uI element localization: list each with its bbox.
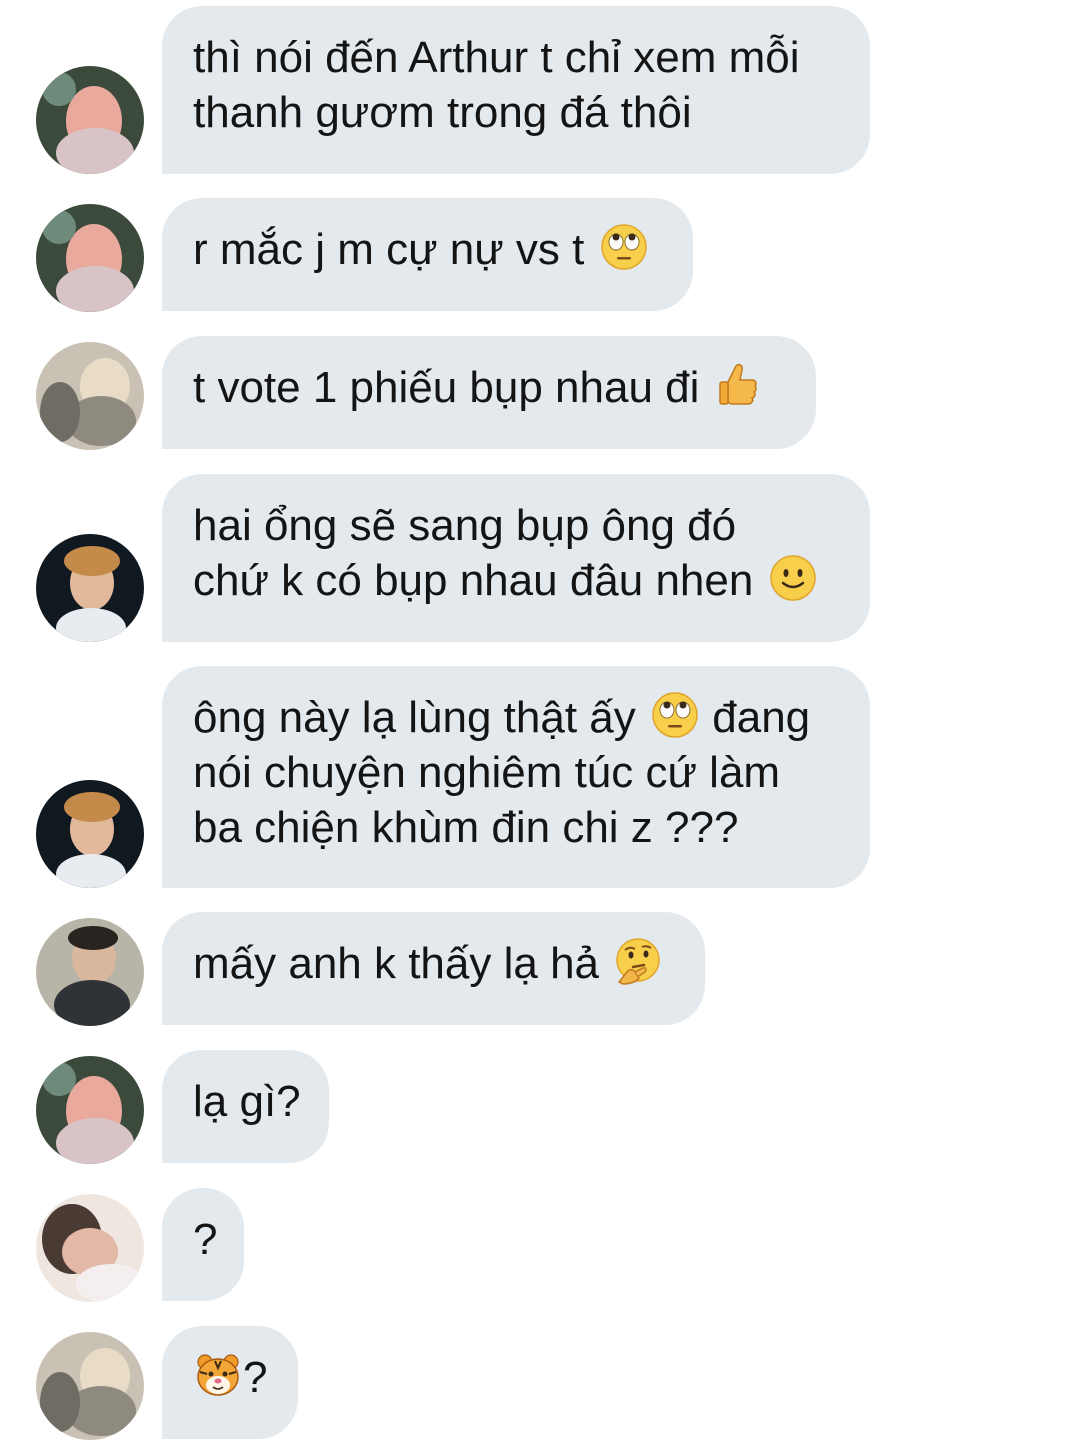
message-line: mấy anh k thấy lạ hả: [193, 936, 675, 991]
message-text: r mắc j m cự nự vs t: [193, 225, 585, 274]
message-text: chứ k có bụp nhau đâu nhen: [193, 556, 754, 605]
message-text: ông này lạ lùng thật ấy: [193, 693, 636, 742]
thinking-face-icon: [613, 936, 663, 986]
message-text: đang: [712, 693, 811, 742]
slightly-smiling-face-icon: [768, 553, 818, 603]
message-text: t vote 1 phiếu bụp nhau đi: [193, 363, 700, 412]
avatar[interactable]: [36, 780, 144, 888]
avatar[interactable]: [36, 1056, 144, 1164]
message-text: thanh gươm trong đá thôi: [193, 88, 692, 137]
message-text: ba chiện khùm đin chi z ???: [193, 803, 739, 852]
message-text: nói chuyện nghiêm túc cứ làm: [193, 748, 781, 797]
message-bubble[interactable]: hai ổng sẽ sang bụp ông đó chứ k có bụp …: [162, 474, 870, 642]
avatar[interactable]: [36, 342, 144, 450]
message-bubble[interactable]: ?: [162, 1188, 244, 1301]
thumbs-up-icon: [714, 360, 764, 410]
message-text: hai ổng sẽ sang bụp ông đó: [193, 501, 737, 550]
message-text: thì nói đến Arthur t chỉ xem mỗi: [193, 33, 800, 82]
message-bubble[interactable]: ?: [162, 1326, 298, 1439]
message-text: ?: [193, 1215, 218, 1264]
message-bubble[interactable]: t vote 1 phiếu bụp nhau đi: [162, 336, 816, 449]
avatar[interactable]: [36, 1194, 144, 1302]
avatar[interactable]: [36, 204, 144, 312]
message-line: t vote 1 phiếu bụp nhau đi: [193, 360, 786, 415]
avatar[interactable]: [36, 534, 144, 642]
message-line: r mắc j m cự nự vs t: [193, 222, 663, 277]
message-line: ông này lạ lùng thật ấy đang: [193, 690, 840, 745]
message-text: lạ gì?: [193, 1077, 301, 1126]
message-bubble[interactable]: lạ gì?: [162, 1050, 329, 1163]
message-line: ?: [193, 1350, 268, 1405]
message-text: mấy anh k thấy lạ hả: [193, 939, 600, 988]
message-bubble[interactable]: ông này lạ lùng thật ấy đang nói chuyện …: [162, 666, 870, 888]
face-with-rolling-eyes-icon: [599, 222, 649, 272]
face-with-rolling-eyes-icon: [650, 690, 700, 740]
message-text: ?: [243, 1353, 268, 1402]
message-bubble[interactable]: mấy anh k thấy lạ hả: [162, 912, 705, 1025]
avatar[interactable]: [36, 918, 144, 1026]
tiger-face-icon: [193, 1350, 243, 1400]
message-bubble[interactable]: thì nói đến Arthur t chỉ xem mỗi thanh g…: [162, 6, 870, 174]
message-bubble[interactable]: r mắc j m cự nự vs t: [162, 198, 693, 311]
message-line: chứ k có bụp nhau đâu nhen: [193, 553, 840, 608]
avatar[interactable]: [36, 1332, 144, 1440]
avatar[interactable]: [36, 66, 144, 174]
